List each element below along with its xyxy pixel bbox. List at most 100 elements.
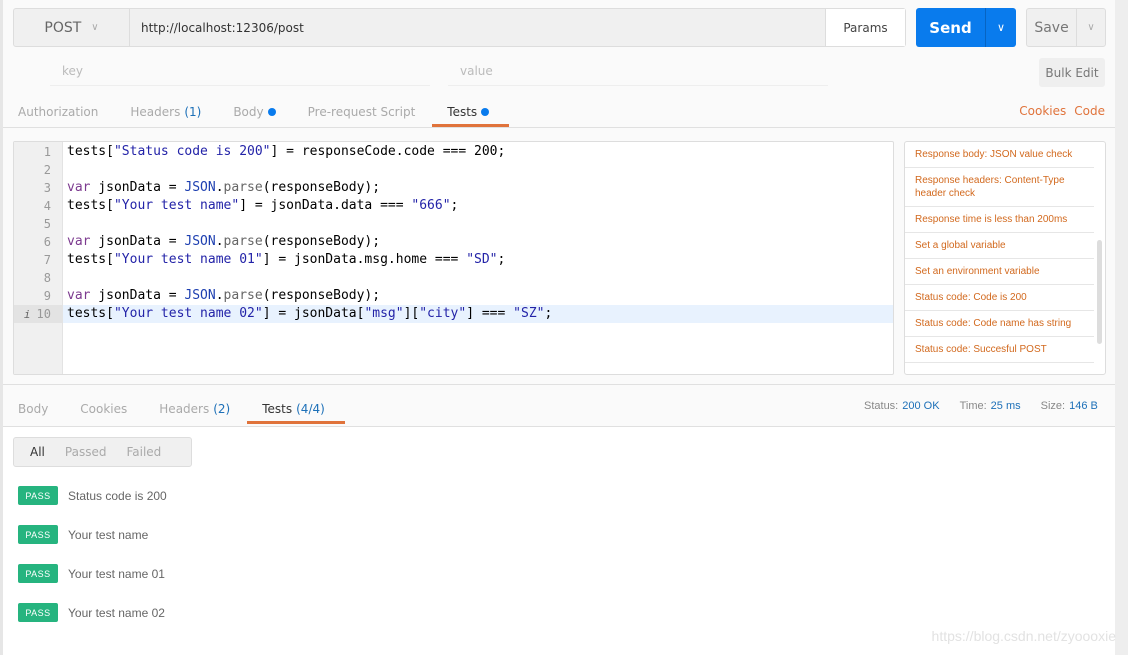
test-name: Your test name <box>68 527 149 542</box>
tab-label: Headers <box>159 402 210 416</box>
divider <box>3 384 1115 385</box>
pass-badge: PASS <box>18 603 58 622</box>
response-tabs: Body Cookies Headers (2) Tests (4/4) <box>18 395 357 424</box>
code-token: ] = responseCode.code === 200; <box>270 144 506 159</box>
code-token: "Your test name" <box>113 198 240 213</box>
tab-label: Tests <box>447 105 478 119</box>
response-tab-body[interactable]: Body <box>18 395 64 423</box>
code-token: tests[ <box>67 306 114 321</box>
response-tab-tests[interactable]: Tests (4/4) <box>247 395 345 424</box>
test-result: PASS Your test name <box>18 525 148 544</box>
tab-authorization[interactable]: Authorization <box>18 98 114 126</box>
filter-all[interactable]: All <box>14 445 49 459</box>
method-select[interactable]: POST ∨ <box>14 9 130 46</box>
tab-count: (4/4) <box>296 402 325 416</box>
code-token: "Status code is 200" <box>113 144 271 159</box>
divider <box>3 426 1115 427</box>
line-number: 8 <box>43 271 51 285</box>
tab-count: (2) <box>213 402 231 416</box>
code-token: "SZ" <box>513 306 545 321</box>
code-text: var jsonData = JSON.parse(responseBody); <box>67 233 380 251</box>
code-line: 5 <box>14 215 893 233</box>
key-input[interactable]: key <box>50 60 430 86</box>
code-link[interactable]: Code <box>1074 104 1105 118</box>
line-number: 3 <box>43 181 51 195</box>
line-number: 7 <box>43 253 51 267</box>
snippet-item[interactable]: Response time is less than 200ms <box>905 207 1094 233</box>
code-token: (responseBody); <box>262 288 381 303</box>
code-token: var <box>67 234 91 249</box>
code-token: ] = jsonData.data === <box>239 198 412 213</box>
code-token: ] = jsonData.msg.home === <box>262 252 467 267</box>
code-line: 7 tests["Your test name 01"] = jsonData.m… <box>14 251 893 269</box>
code-text: var jsonData = JSON.parse(responseBody); <box>67 287 380 305</box>
code-token: ; <box>450 198 459 213</box>
code-text: tests["Your test name 02"] = jsonData["m… <box>67 305 552 323</box>
tab-body[interactable]: Body <box>233 98 291 126</box>
tests-code-editor[interactable]: 1 tests["Status code is 200"] = responseC… <box>13 141 894 375</box>
test-result: PASS Your test name 02 <box>18 603 165 622</box>
code-line: 2 <box>14 161 893 179</box>
response-tab-headers[interactable]: Headers (2) <box>159 395 246 423</box>
code-line: 3 var jsonData = JSON.parse(responseBody)… <box>14 179 893 197</box>
pass-badge: PASS <box>18 486 58 505</box>
code-text: tests["Status code is 200"] = responseCo… <box>67 143 505 161</box>
tab-label: Headers <box>130 105 181 119</box>
code-token: var <box>67 180 91 195</box>
request-links: Cookies Code <box>1019 104 1105 118</box>
snippet-item[interactable]: Status code: Succesful POST <box>905 337 1094 363</box>
page-scrollbar[interactable] <box>1115 0 1128 655</box>
line-number: 9 <box>43 289 51 303</box>
code-token: parse <box>223 234 263 249</box>
line-number: 1 <box>43 145 51 159</box>
code-token: tests[ <box>67 198 114 213</box>
code-token: "Your test name 02" <box>113 306 263 321</box>
send-button[interactable]: Send <box>916 8 985 47</box>
bulk-edit-button[interactable]: Bulk Edit <box>1039 58 1105 87</box>
cookies-link[interactable]: Cookies <box>1019 104 1066 118</box>
tab-headers[interactable]: Headers (1) <box>130 98 217 126</box>
params-button[interactable]: Params <box>825 9 905 46</box>
value-input[interactable]: value <box>448 60 828 86</box>
test-name: Status code is 200 <box>68 488 167 503</box>
code-token: ][ <box>403 306 420 321</box>
test-result: PASS Status code is 200 <box>18 486 167 505</box>
tab-label: Authorization <box>18 105 99 119</box>
send-dropdown-chevron-icon[interactable]: ∨ <box>985 8 1016 47</box>
save-button-group: Save ∨ <box>1026 8 1106 47</box>
request-tabs: Authorization Headers (1) Body Pre-request S… <box>18 98 521 127</box>
line-number: 6 <box>43 235 51 249</box>
code-token: ] = jsonData[ <box>262 306 365 321</box>
chevron-down-icon: ∨ <box>91 22 99 33</box>
save-button[interactable]: Save <box>1027 9 1076 46</box>
code-token: ; <box>544 306 553 321</box>
pass-badge: PASS <box>18 525 58 544</box>
response-status: Status: 200 OK Time: 25 ms Size: 146 B <box>864 400 1098 412</box>
tab-pre-request-script[interactable]: Pre-request Script <box>308 98 432 126</box>
snippet-item[interactable]: Status code: Code name has string <box>905 311 1094 337</box>
snippet-item[interactable]: Set a global variable <box>905 233 1094 259</box>
line-number: i 10 <box>23 307 51 321</box>
code-token: parse <box>223 288 263 303</box>
url-input[interactable]: http://localhost:12306/post <box>130 9 825 46</box>
snippets-scrollbar[interactable] <box>1097 240 1102 344</box>
filter-failed[interactable]: Failed <box>110 445 165 459</box>
code-text: tests["Your test name"] = jsonData.data … <box>67 197 458 215</box>
tab-label: Cookies <box>80 402 128 416</box>
tab-label: Tests <box>262 402 293 416</box>
snippets-panel: Response body: JSON value check Response … <box>904 141 1106 375</box>
info-icon: i <box>23 308 31 321</box>
response-tab-cookies[interactable]: Cookies <box>80 395 143 423</box>
snippet-item[interactable]: Response body: JSON value check <box>905 142 1094 168</box>
code-token: "city" <box>419 306 467 321</box>
code-token: jsonData = <box>90 180 185 195</box>
snippet-item[interactable]: Status code: Code is 200 <box>905 285 1094 311</box>
modified-dot-icon <box>481 108 490 116</box>
snippet-item[interactable]: Response headers: Content-Type header ch… <box>905 168 1094 207</box>
filter-passed[interactable]: Passed <box>49 445 111 459</box>
tab-tests[interactable]: Tests <box>432 98 510 127</box>
snippet-item[interactable]: Set an environment variable <box>905 259 1094 285</box>
code-token: jsonData = <box>90 288 185 303</box>
save-dropdown-chevron-icon[interactable]: ∨ <box>1076 9 1105 46</box>
code-text: var jsonData = JSON.parse(responseBody); <box>67 179 380 197</box>
